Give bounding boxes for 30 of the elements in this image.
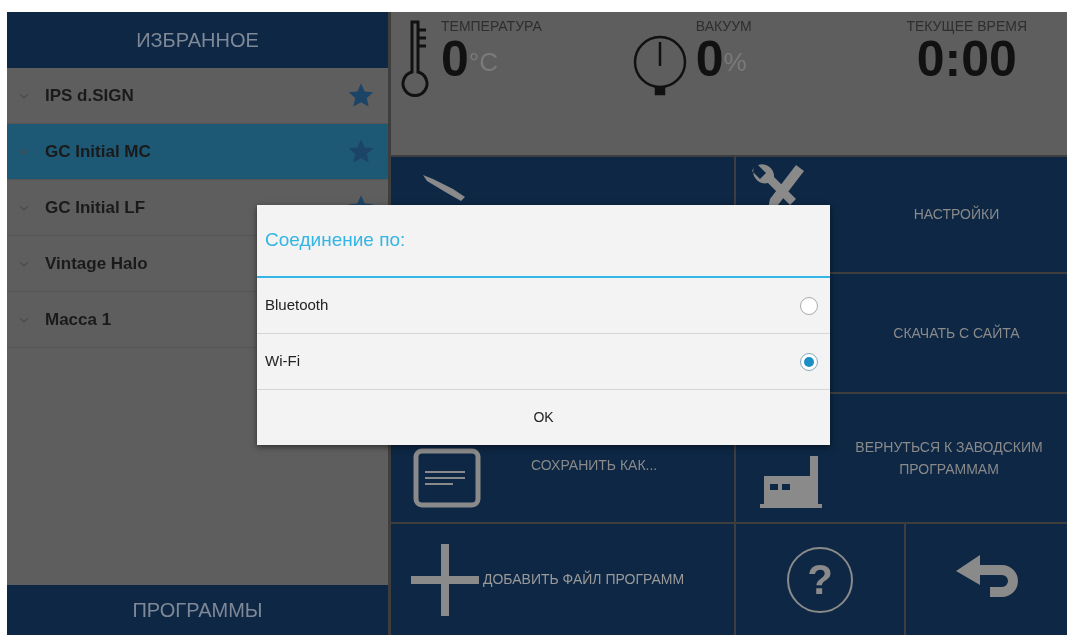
help-button[interactable]: ? xyxy=(787,546,853,613)
item-label: GC Initial MC xyxy=(45,140,152,163)
status-unit: % xyxy=(723,47,747,79)
menu-tile[interactable] xyxy=(906,524,1067,635)
connection-option[interactable]: Bluetooth xyxy=(257,278,830,334)
connection-option[interactable]: Wi-Fi xyxy=(257,334,830,390)
favorite-item[interactable]: GC Initial MC xyxy=(7,124,388,180)
status-value: 0 xyxy=(695,34,724,84)
radio-button[interactable] xyxy=(800,296,818,315)
radio-button[interactable] xyxy=(800,352,818,371)
tile-label: СОХРАНИТЬ КАК... xyxy=(530,456,658,475)
programs-tab[interactable]: ПРОГРАММЫ xyxy=(7,585,388,635)
tile-label: ВЕРНУТЬСЯ К ЗАВОДСКИМ ПРОГРАММАМ xyxy=(854,438,1044,479)
item-label: GC Initial LF xyxy=(45,196,147,219)
plus-icon xyxy=(411,543,479,616)
option-label: Wi-Fi xyxy=(265,351,301,372)
tile-label: ДОБАВИТЬ ФАЙЛ ПРОГРАММ xyxy=(483,569,685,589)
tile-label: НАСТРОЙКИ xyxy=(912,204,1000,224)
sidebar-header: ИЗБРАННОЕ xyxy=(7,12,388,68)
document-icon xyxy=(413,448,481,508)
menu-tile[interactable]: ДОБАВИТЬ ФАЙЛ ПРОГРАММ xyxy=(391,524,734,635)
option-label: Bluetooth xyxy=(265,295,330,316)
item-label: IPS d.SIGN xyxy=(45,84,135,107)
item-label: Macca 1 xyxy=(45,308,113,331)
time-value: 0:00 xyxy=(916,34,1017,84)
status-value: 0 xyxy=(441,34,469,84)
item-label: Vintage Halo xyxy=(45,252,149,275)
tile-label: СКАЧАТЬ С САЙТА xyxy=(892,323,1020,343)
chevron-icon xyxy=(19,148,29,155)
help-tile[interactable]: ? xyxy=(736,524,904,635)
